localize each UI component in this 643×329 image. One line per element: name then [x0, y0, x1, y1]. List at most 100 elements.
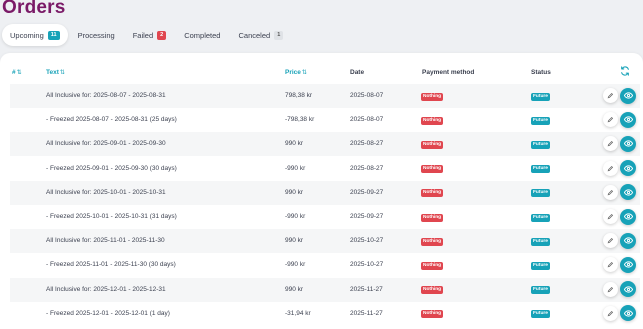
sort-arrows-icon: ⇅: [59, 70, 65, 76]
edit-button[interactable]: [603, 209, 618, 224]
edit-button[interactable]: [603, 257, 618, 273]
view-button[interactable]: [620, 256, 636, 273]
tab-canceled[interactable]: Canceled 1: [230, 24, 291, 46]
view-button[interactable]: [620, 184, 636, 201]
order-text: All Inclusive for: 2025-11-01 - 2025-11-…: [46, 237, 165, 245]
payment-method-badge: Nothing: [421, 286, 444, 295]
eye-icon: [623, 140, 633, 147]
tab-label: Completed: [184, 30, 221, 40]
sort-arrows-icon: ⇅: [301, 70, 307, 76]
edit-button[interactable]: [603, 88, 618, 103]
pencil-icon: [607, 262, 614, 268]
order-text: - Freezed 2025-10-01 - 2025-10-31 (31 da…: [46, 213, 177, 220]
orders-card: #⇅ Text⇅ Price⇅ Date Payment method Stat…: [0, 53, 643, 329]
order-price: 990 kr: [285, 237, 304, 245]
count-badge: 1: [274, 30, 284, 40]
table-row: All Inclusive for: 2025-09-01 - 2025-09-…: [10, 132, 640, 157]
view-button[interactable]: [620, 232, 636, 249]
order-date: 2025-08-07: [350, 92, 384, 99]
eye-icon: [623, 164, 633, 172]
tab-label: Failed: [132, 30, 154, 40]
tab-label: Upcoming: [10, 30, 44, 40]
view-button[interactable]: [620, 135, 636, 152]
eye-icon: [623, 189, 633, 196]
edit-button[interactable]: [603, 305, 618, 321]
eye-icon: [623, 285, 633, 293]
edit-button[interactable]: [603, 233, 618, 249]
table-row: - Freezed 2025-10-01 - 2025-10-31 (31 da…: [10, 205, 640, 229]
order-text: All Inclusive for: 2025-12-01 - 2025-12-…: [46, 285, 166, 293]
order-text: All Inclusive for: 2025-09-01 - 2025-09-…: [46, 140, 166, 148]
tab-failed[interactable]: Failed 2: [125, 24, 175, 46]
pencil-icon: [607, 238, 614, 244]
tab-label: Canceled: [238, 30, 271, 40]
view-button[interactable]: [620, 160, 636, 177]
pencil-icon: [607, 189, 614, 196]
column-header-id[interactable]: #⇅: [12, 69, 22, 76]
tab-upcoming[interactable]: Upcoming 11: [2, 24, 68, 46]
tab-processing[interactable]: Processing: [70, 24, 123, 46]
table-header: #⇅ Text⇅ Price⇅ Date Payment method Stat…: [0, 63, 643, 83]
status-badge: Future: [531, 165, 550, 174]
column-header-date: Date: [350, 69, 365, 76]
view-button[interactable]: [620, 87, 636, 104]
pencil-icon: [607, 165, 614, 171]
order-text: - Freezed 2025-09-01 - 2025-09-30 (30 da…: [46, 164, 177, 172]
refresh-icon[interactable]: [620, 66, 630, 76]
order-price: 990 kr: [285, 140, 304, 148]
order-text: - Freezed 2025-11-01 - 2025-11-30 (30 da…: [46, 261, 176, 269]
order-price: -798,38 kr: [285, 116, 315, 124]
table-row: - Freezed 2025-08-07 - 2025-08-31 (25 da…: [10, 108, 640, 132]
view-button[interactable]: [620, 281, 636, 298]
view-button[interactable]: [620, 208, 636, 225]
pencil-icon: [607, 117, 614, 123]
table-row: - Freezed 2025-09-01 - 2025-09-30 (30 da…: [10, 157, 640, 181]
column-header-text[interactable]: Text⇅: [46, 69, 65, 76]
view-button[interactable]: [620, 305, 636, 322]
status-badge: Future: [531, 213, 550, 222]
table-row: - Freezed 2025-11-01 - 2025-11-30 (30 da…: [10, 253, 640, 277]
table-row: All Inclusive for: 2025-12-01 - 2025-12-…: [10, 277, 640, 302]
status-badge: Future: [531, 310, 550, 319]
order-text: - Freezed 2025-12-01 - 2025-12-01 (1 day…: [46, 309, 170, 317]
status-badge: Future: [531, 116, 550, 125]
order-date: 2025-08-27: [350, 140, 384, 148]
order-price: -31,94 kr: [285, 309, 311, 317]
eye-icon: [623, 116, 633, 123]
payment-method-badge: Nothing: [421, 261, 444, 270]
order-date: 2025-10-27: [350, 261, 384, 269]
pencil-icon: [607, 92, 614, 99]
status-badge: Future: [531, 92, 550, 101]
edit-button[interactable]: [603, 136, 618, 152]
sort-arrows-icon: ⇅: [16, 70, 22, 76]
order-date: 2025-11-27: [350, 309, 383, 317]
column-header-status: Status: [531, 69, 551, 76]
eye-icon: [623, 310, 633, 317]
order-date: 2025-08-27: [350, 164, 384, 172]
edit-button[interactable]: [603, 281, 618, 297]
order-text: All Inclusive for: 2025-08-07 - 2025-08-…: [46, 92, 166, 99]
count-badge: 2: [157, 30, 167, 40]
view-button[interactable]: [620, 111, 636, 128]
order-price: 798,38 kr: [285, 92, 313, 99]
column-header-payment: Payment method: [422, 69, 475, 76]
order-date: 2025-10-27: [350, 237, 384, 245]
order-tabs: Upcoming 11 Processing Failed 2 Complete…: [2, 24, 293, 46]
status-badge: Future: [531, 189, 550, 198]
edit-button[interactable]: [603, 112, 618, 128]
payment-method-badge: Nothing: [421, 92, 444, 101]
payment-method-badge: Nothing: [421, 189, 444, 198]
edit-button[interactable]: [603, 184, 618, 200]
pencil-icon: [607, 286, 614, 292]
edit-button[interactable]: [603, 160, 618, 176]
eye-icon: [623, 213, 633, 220]
pencil-icon: [607, 310, 614, 317]
tab-completed[interactable]: Completed: [176, 24, 228, 46]
eye-icon: [623, 237, 633, 244]
status-badge: Future: [531, 286, 550, 295]
payment-method-badge: Nothing: [421, 140, 444, 149]
column-header-price[interactable]: Price⇅: [285, 69, 307, 76]
order-price: 990 kr: [285, 188, 304, 196]
order-price: -990 kr: [285, 164, 306, 172]
order-price: -990 kr: [285, 261, 306, 269]
